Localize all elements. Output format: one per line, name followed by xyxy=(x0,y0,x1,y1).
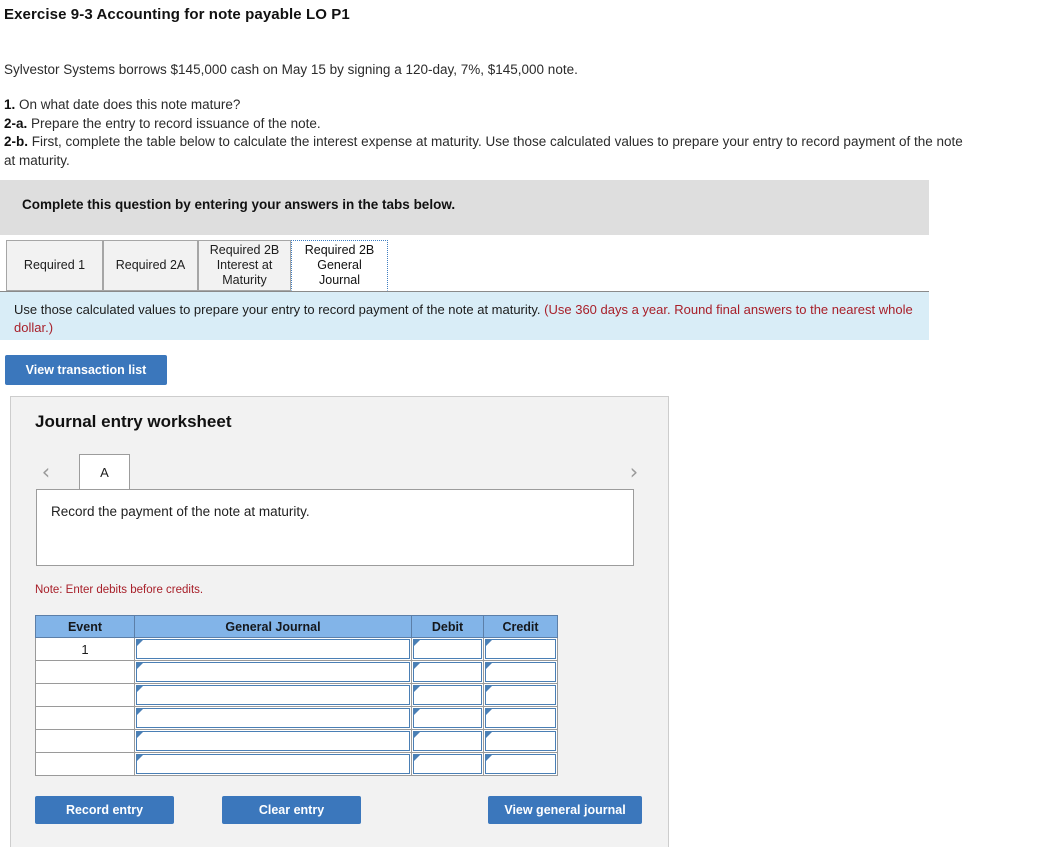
debit-input[interactable] xyxy=(413,708,482,728)
table-header-row: Event General Journal Debit Credit xyxy=(35,615,558,638)
credit-cell[interactable] xyxy=(483,683,558,707)
debit-cell[interactable] xyxy=(411,637,484,661)
worksheet-entry-tab-a[interactable]: A xyxy=(79,454,130,490)
table-row: 1 xyxy=(35,637,558,661)
info-bar-text: Use those calculated values to prepare y… xyxy=(14,302,545,317)
credit-input[interactable] xyxy=(485,754,556,774)
column-header-event: Event xyxy=(35,615,135,638)
event-cell xyxy=(35,683,135,707)
account-select-input[interactable] xyxy=(136,685,410,705)
credit-input[interactable] xyxy=(485,708,556,728)
chevron-left-icon[interactable]: ‹ xyxy=(35,459,57,485)
view-transaction-list-button[interactable]: View transaction list xyxy=(5,355,167,385)
tab-label: Required 2B General Journal xyxy=(304,243,375,287)
worksheet-entry-tab-label: A xyxy=(100,465,109,480)
tab-label: Required 2B Interest at Maturity xyxy=(209,243,280,287)
record-entry-button[interactable]: Record entry xyxy=(35,796,174,824)
worksheet-title: Journal entry worksheet xyxy=(35,412,232,431)
tab-required-2b-interest-at-maturity[interactable]: Required 2B Interest at Maturity xyxy=(198,240,291,291)
tab-required-2b-general-journal[interactable]: Required 2B General Journal xyxy=(291,240,388,291)
worksheet-nav-row: ‹ A › xyxy=(35,454,647,490)
debit-input[interactable] xyxy=(413,639,482,659)
general-journal-cell[interactable] xyxy=(134,706,412,730)
event-cell xyxy=(35,752,135,776)
general-journal-cell[interactable] xyxy=(134,660,412,684)
instruction-banner: Complete this question by entering your … xyxy=(0,180,929,235)
debits-before-credits-note: Note: Enter debits before credits. xyxy=(35,584,204,596)
credit-input[interactable] xyxy=(485,662,556,682)
requirement-item-2a: 2-a. Prepare the entry to record issuanc… xyxy=(4,115,964,134)
tab-required-2a[interactable]: Required 2A xyxy=(103,240,198,291)
info-bar: Use those calculated values to prepare y… xyxy=(0,292,929,340)
journal-entry-table: Event General Journal Debit Credit 1 xyxy=(35,615,558,776)
table-row xyxy=(35,683,558,707)
general-journal-cell[interactable] xyxy=(134,683,412,707)
view-general-journal-button[interactable]: View general journal xyxy=(488,796,642,824)
credit-cell[interactable] xyxy=(483,637,558,661)
debit-cell[interactable] xyxy=(411,660,484,684)
tab-label: Required 2A xyxy=(115,258,186,272)
table-row xyxy=(35,752,558,776)
credit-cell[interactable] xyxy=(483,729,558,753)
debit-input[interactable] xyxy=(413,662,482,682)
debit-cell[interactable] xyxy=(411,729,484,753)
event-cell: 1 xyxy=(35,637,135,661)
table-row xyxy=(35,729,558,753)
account-select-input[interactable] xyxy=(136,754,410,774)
tab-label: Required 1 xyxy=(23,258,86,272)
table-row xyxy=(35,706,558,730)
account-select-input[interactable] xyxy=(136,731,410,751)
debit-cell[interactable] xyxy=(411,752,484,776)
account-select-input[interactable] xyxy=(136,639,410,659)
requirement-number: 2-a. xyxy=(4,115,28,131)
requirement-item-2b: 2-b. First, complete the table below to … xyxy=(4,133,964,170)
general-journal-cell[interactable] xyxy=(134,752,412,776)
credit-input[interactable] xyxy=(485,731,556,751)
debit-cell[interactable] xyxy=(411,706,484,730)
general-journal-cell[interactable] xyxy=(134,729,412,753)
chevron-right-icon[interactable]: › xyxy=(623,459,645,485)
account-select-input[interactable] xyxy=(136,662,410,682)
column-header-credit: Credit xyxy=(483,615,558,638)
event-cell xyxy=(35,660,135,684)
debit-input[interactable] xyxy=(413,731,482,751)
requirement-text: Prepare the entry to record issuance of … xyxy=(27,115,321,131)
event-cell xyxy=(35,706,135,730)
general-journal-cell[interactable] xyxy=(134,637,412,661)
question-tabs: Required 1 Required 2A Required 2B Inter… xyxy=(0,240,929,292)
table-row xyxy=(35,660,558,684)
tab-required-1[interactable]: Required 1 xyxy=(6,240,103,291)
entry-description-text: Record the payment of the note at maturi… xyxy=(51,504,310,519)
credit-cell[interactable] xyxy=(483,706,558,730)
debit-input[interactable] xyxy=(413,685,482,705)
page-title: Exercise 9-3 Accounting for note payable… xyxy=(4,6,350,23)
entry-description-box: Record the payment of the note at maturi… xyxy=(36,489,634,566)
requirement-number: 2-b. xyxy=(4,134,29,149)
instruction-banner-text: Complete this question by entering your … xyxy=(22,197,456,212)
column-header-general-journal: General Journal xyxy=(134,615,412,638)
event-cell xyxy=(35,729,135,753)
credit-cell[interactable] xyxy=(483,752,558,776)
debit-input[interactable] xyxy=(413,754,482,774)
column-header-debit: Debit xyxy=(411,615,484,638)
debit-cell[interactable] xyxy=(411,683,484,707)
requirement-text: First, complete the table below to calcu… xyxy=(4,134,963,168)
requirement-item-1: 1. On what date does this note mature? xyxy=(4,96,964,115)
account-select-input[interactable] xyxy=(136,708,410,728)
credit-cell[interactable] xyxy=(483,660,558,684)
requirements-list: 1. On what date does this note mature? 2… xyxy=(0,96,964,170)
clear-entry-button[interactable]: Clear entry xyxy=(222,796,361,824)
requirement-text: On what date does this note mature? xyxy=(15,97,241,112)
credit-input[interactable] xyxy=(485,685,556,705)
credit-input[interactable] xyxy=(485,639,556,659)
requirement-number: 1. xyxy=(4,97,16,112)
journal-entry-worksheet-panel: Journal entry worksheet ‹ A › Record the… xyxy=(10,396,669,847)
problem-statement: Sylvestor Systems borrows $145,000 cash … xyxy=(4,62,578,77)
